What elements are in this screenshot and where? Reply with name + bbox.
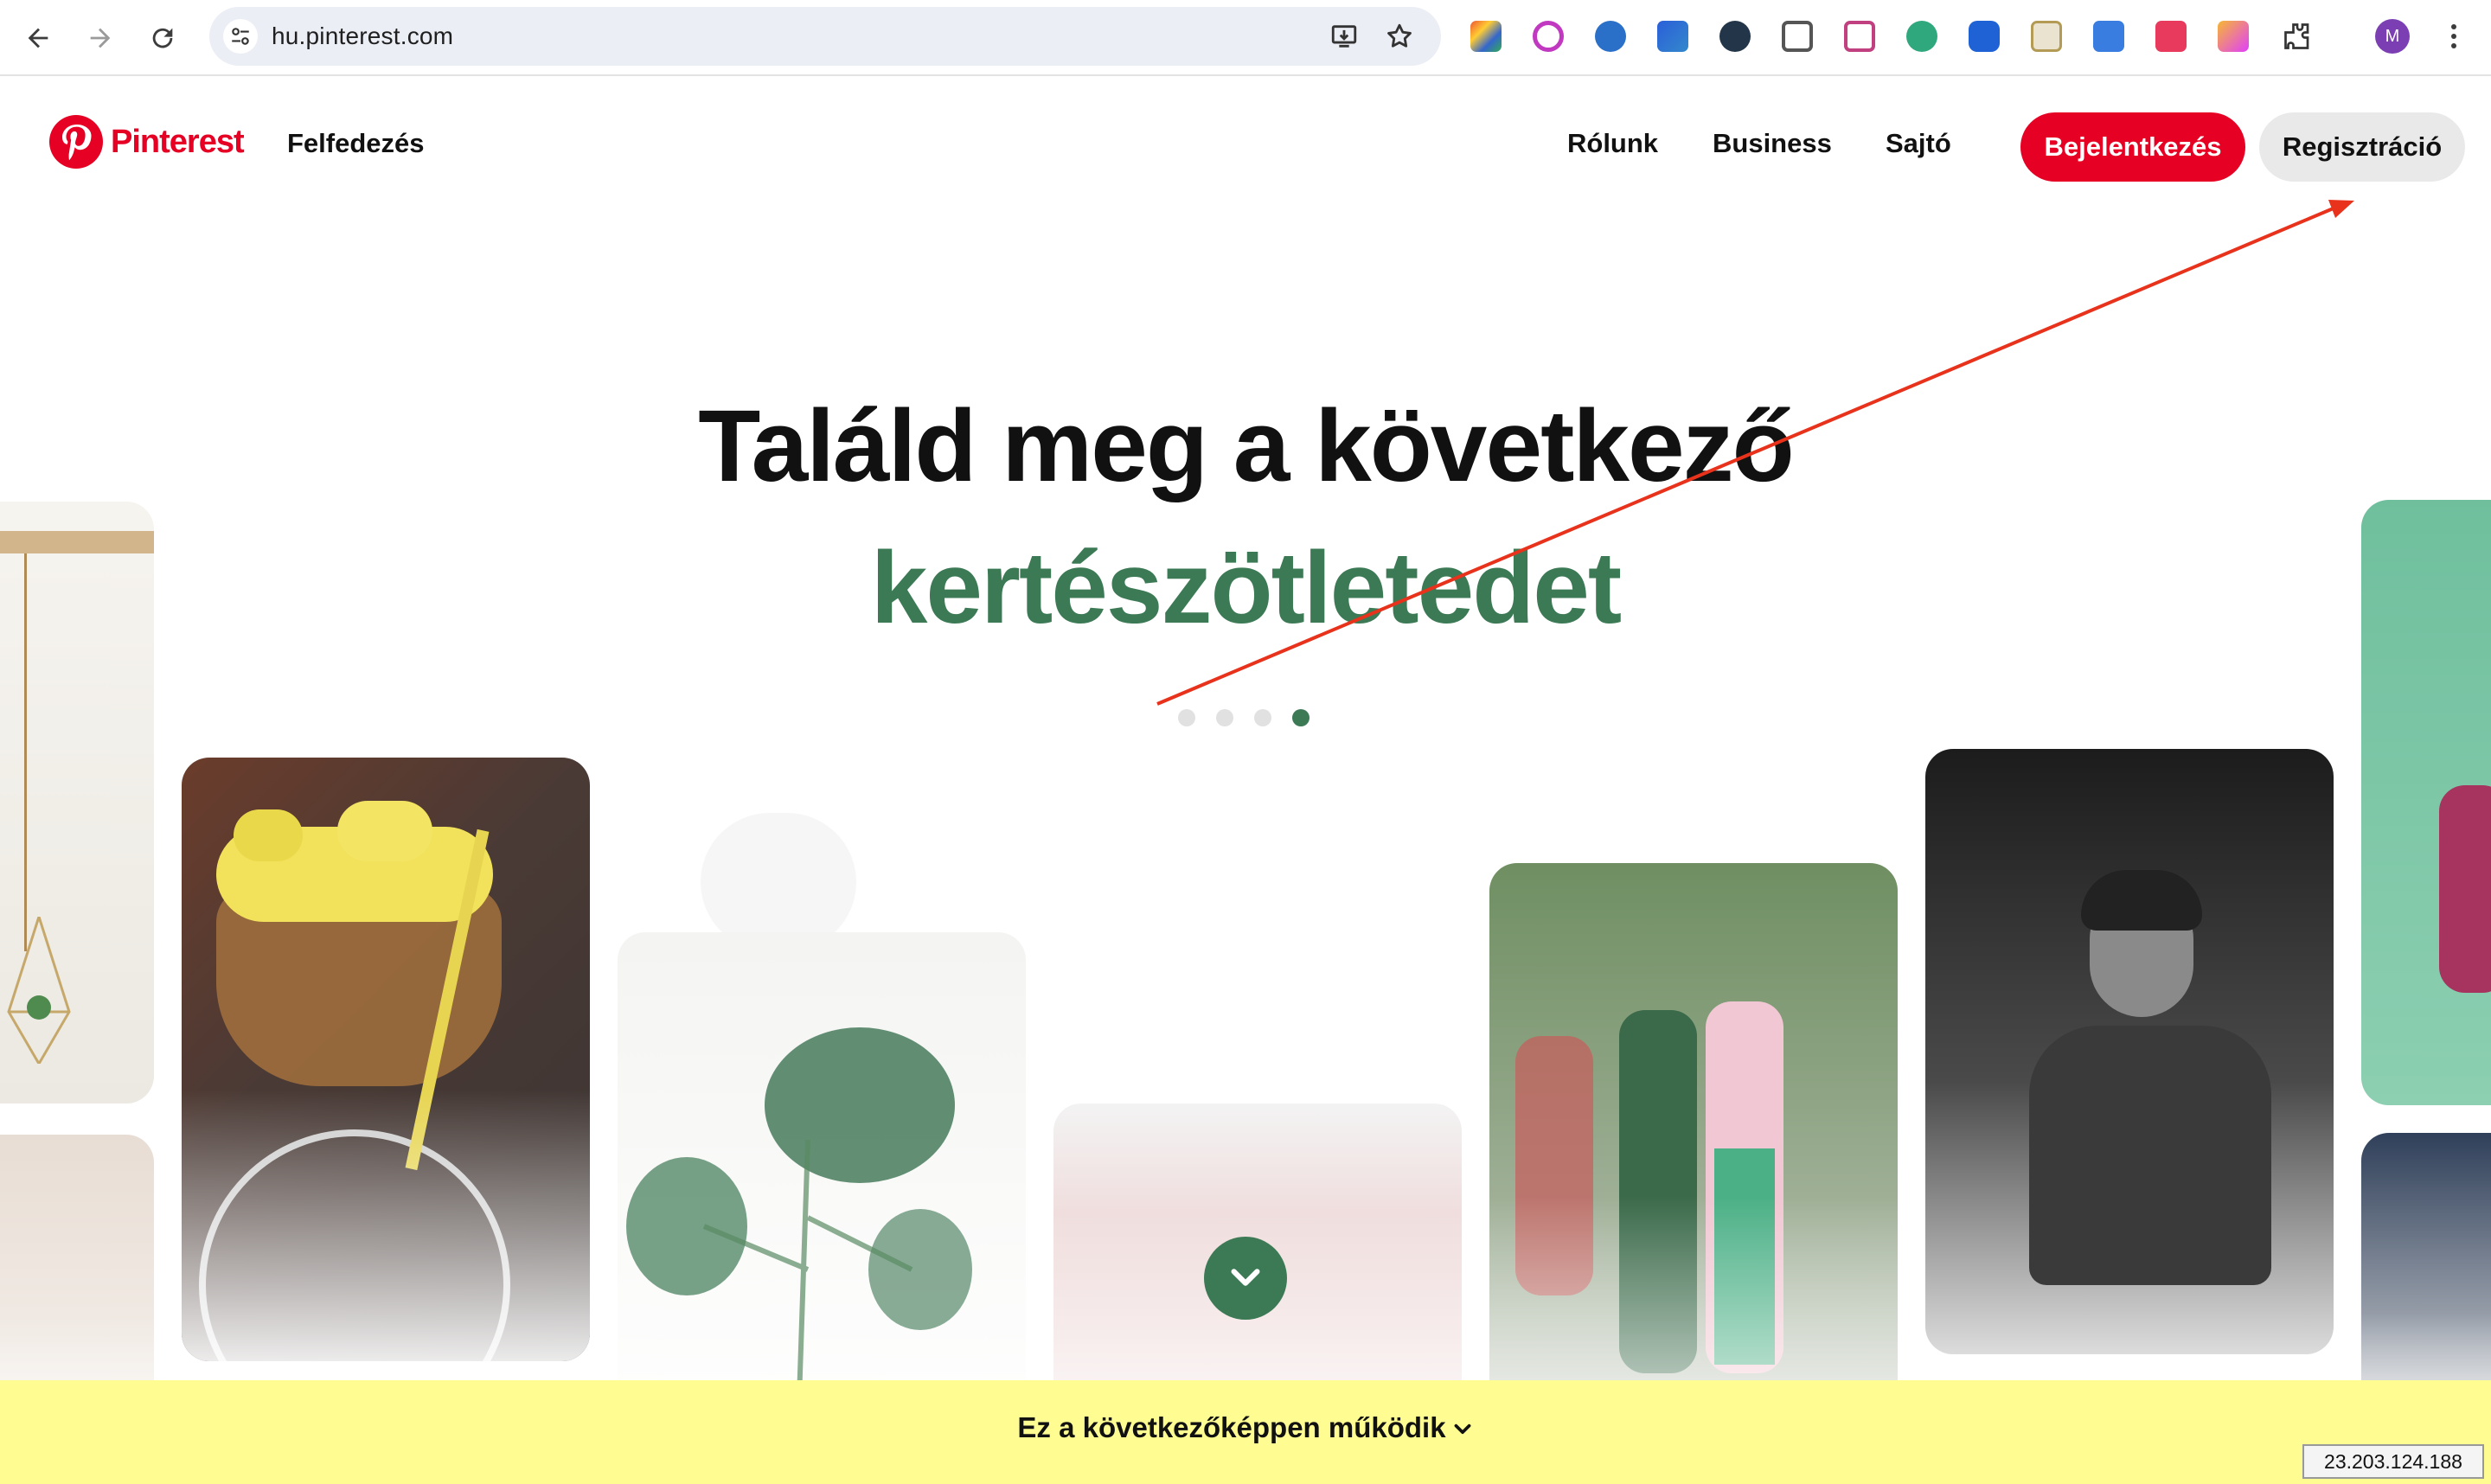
hero-heading: Találd meg a következő [698, 389, 1794, 503]
extension-icon[interactable] [1595, 21, 1626, 52]
extension-icon[interactable] [1844, 21, 1875, 52]
explore-link[interactable]: Felfedezés [287, 128, 425, 159]
profile-avatar[interactable]: M [2375, 19, 2410, 54]
extension-icon[interactable] [1782, 21, 1813, 52]
extension-icon[interactable] [2155, 21, 2187, 52]
carousel-dot[interactable] [1216, 709, 1233, 726]
business-link[interactable]: Business [1713, 128, 1832, 159]
more-menu-icon[interactable] [2441, 19, 2467, 54]
extension-icon[interactable] [2031, 21, 2062, 52]
site-settings-icon[interactable] [223, 19, 258, 54]
extension-icon[interactable] [2218, 21, 2249, 52]
about-link[interactable]: Rólunk [1567, 128, 1658, 159]
address-bar[interactable]: hu.pinterest.com [209, 7, 1441, 66]
image-tile-portrait-man[interactable] [1925, 749, 2334, 1354]
extension-icon[interactable] [1969, 21, 2000, 52]
bookmark-star-icon[interactable] [1382, 19, 1417, 54]
press-link[interactable]: Sajtó [1886, 128, 1951, 159]
carousel-dot-active[interactable] [1292, 709, 1310, 726]
how-it-works-banner: Ez a következőképpen működik [0, 1380, 2491, 1484]
image-tile-bicycle-basket[interactable] [182, 758, 590, 1361]
carousel-indicator [1178, 709, 1316, 728]
install-icon[interactable] [1327, 19, 1361, 54]
login-button[interactable]: Bejelentkezés [2020, 112, 2245, 182]
hero-topic: kertészötletedet [870, 531, 1622, 645]
extension-icon[interactable] [1719, 21, 1751, 52]
image-tile-street-fashion[interactable] [1489, 863, 1898, 1468]
how-it-works-link[interactable]: Ez a következőképpen működik [0, 1411, 2491, 1444]
back-icon[interactable] [16, 16, 61, 61]
carousel-dot[interactable] [1178, 709, 1195, 726]
extension-icon[interactable] [1657, 21, 1688, 52]
pinterest-logo-icon [49, 115, 103, 169]
chevron-down-icon [1231, 1269, 1260, 1286]
reload-icon[interactable] [140, 16, 185, 61]
signup-button[interactable]: Regisztráció [2259, 112, 2465, 182]
pinterest-logo[interactable]: Pinterest [48, 114, 245, 170]
site-header: Pinterest Felfedezés Rólunk Business Saj… [0, 78, 2491, 216]
image-tile-monstera[interactable] [618, 932, 1026, 1451]
how-it-works-label: Ez a következőképpen működik [1017, 1411, 1446, 1443]
browser-toolbar: hu.pinterest.com M [0, 0, 2491, 76]
extension-icon[interactable] [2093, 21, 2124, 52]
brand-name: Pinterest [111, 123, 245, 160]
forward-icon[interactable] [78, 16, 123, 61]
puzzle-extensions-icon[interactable] [2282, 21, 2313, 52]
chevron-down-icon [1454, 1424, 1471, 1435]
ip-address-badge: 23.203.124.188 [2302, 1444, 2484, 1479]
url-text: hu.pinterest.com [272, 22, 454, 49]
scroll-down-button[interactable] [1204, 1237, 1287, 1320]
extension-icon[interactable] [1533, 21, 1564, 52]
extension-icon[interactable] [1906, 21, 1937, 52]
image-tile-faded-top [701, 813, 856, 951]
extension-icon[interactable] [1470, 21, 1502, 52]
carousel-dot[interactable] [1254, 709, 1271, 726]
